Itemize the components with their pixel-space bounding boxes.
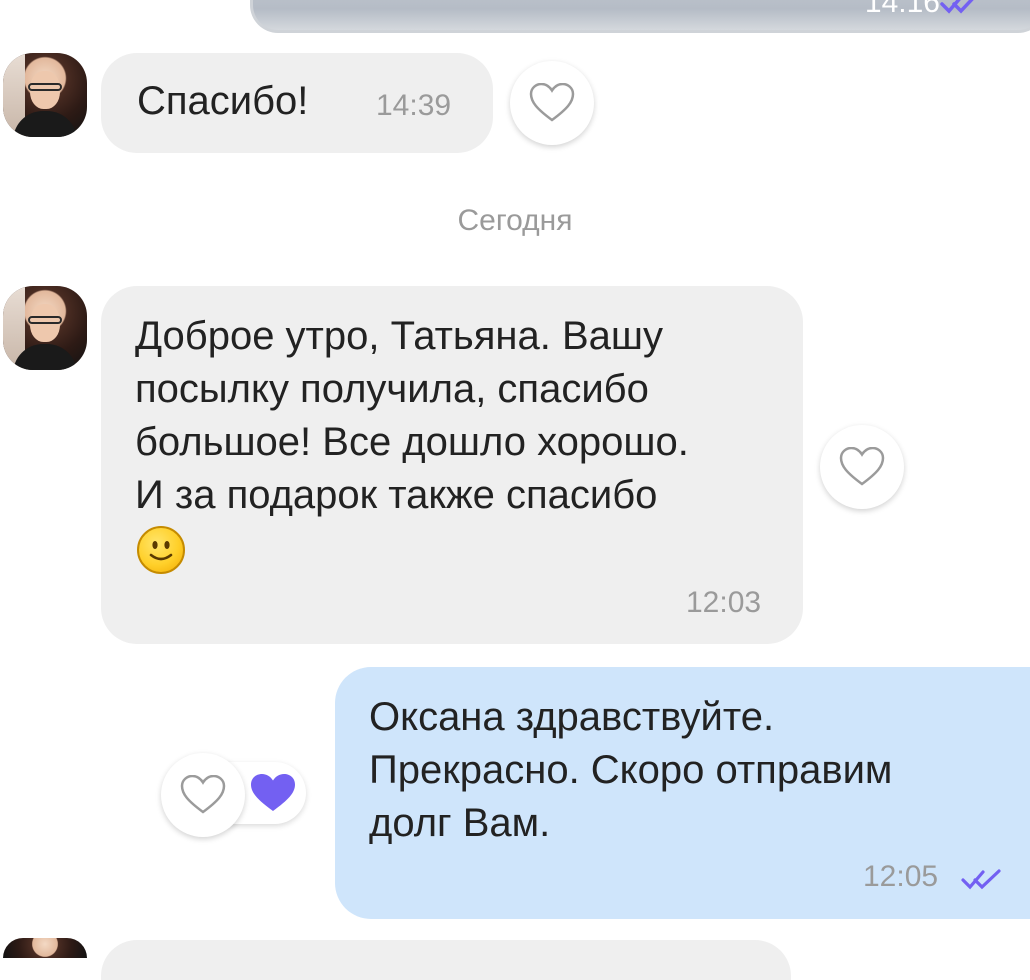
message-time: 14:39 [376, 89, 452, 122]
message-text: Доброе утро, Татьяна. Вашу посылку получ… [135, 314, 689, 517]
date-separator: Сегодня [457, 204, 573, 237]
message-bubble-incoming[interactable] [101, 940, 791, 980]
message-text: Оксана здравствуйте. Прекрасно. Скоро от… [369, 695, 893, 845]
previous-message-time: 14:16 [864, 0, 940, 19]
double-check-icon [961, 869, 1001, 890]
message-bubble-incoming[interactable]: Доброе утро, Татьяна. Вашу посылку получ… [101, 286, 803, 644]
double-check-icon [940, 0, 974, 14]
slightly-smiling-face-emoji [137, 526, 185, 574]
heart-outline-icon [180, 775, 226, 814]
heart-outline-icon [839, 447, 885, 486]
message-bubble-outgoing[interactable]: Оксана здравствуйте. Прекрасно. Скоро от… [335, 667, 1030, 919]
avatar[interactable] [3, 53, 87, 137]
message-text: Спасибо! [137, 79, 309, 123]
message-bubble-incoming[interactable]: Спасибо! 14:39 [101, 53, 493, 153]
avatar[interactable] [3, 286, 87, 370]
like-button[interactable] [820, 425, 904, 509]
avatar[interactable] [3, 938, 87, 958]
message-time: 12:03 [686, 586, 762, 619]
message-time: 12:05 [863, 860, 939, 893]
heart-outline-icon [529, 83, 575, 122]
like-button[interactable] [161, 753, 245, 837]
purple-heart-icon [251, 774, 295, 811]
like-button[interactable] [510, 61, 594, 145]
